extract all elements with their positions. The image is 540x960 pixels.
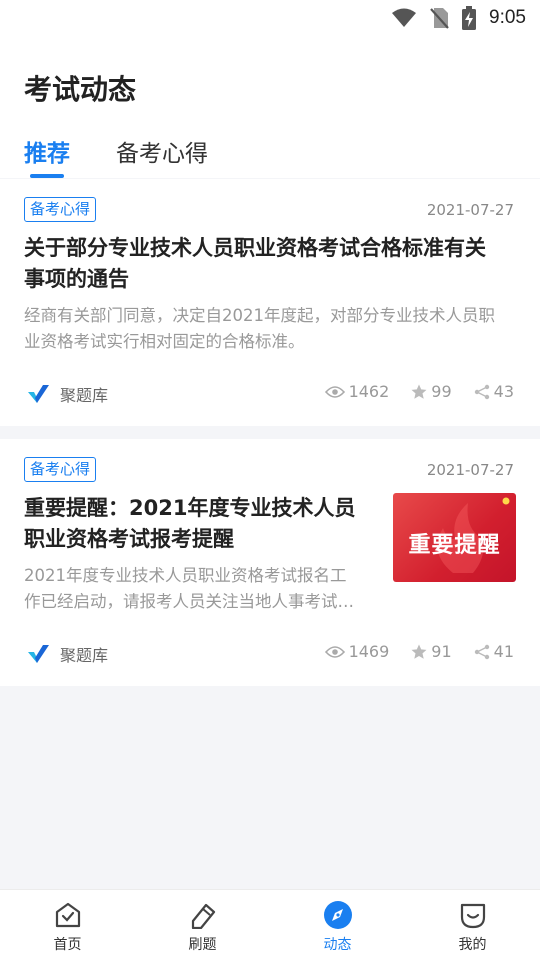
- article-title-line: 重要提醒：2021年度专业技术人员: [24, 496, 356, 520]
- battery-charging-icon: [462, 6, 477, 30]
- tab-study-tips[interactable]: 备考心得: [116, 134, 208, 168]
- compass-icon: [323, 901, 352, 929]
- view-count: 1462: [324, 382, 390, 401]
- source-name: 聚题库: [60, 386, 109, 405]
- source-logo-icon: [28, 645, 49, 663]
- share-count-value: 43: [493, 382, 514, 401]
- category-tag: 备考心得: [24, 457, 97, 482]
- article-title-line: 职业资格考试报考提醒: [24, 527, 234, 551]
- pencil-icon: [191, 903, 215, 929]
- nav-practice[interactable]: 刷题: [135, 890, 270, 960]
- wifi-icon: [392, 8, 417, 27]
- home-check-icon: [55, 902, 80, 928]
- share-icon: [474, 644, 489, 659]
- star-count[interactable]: 99: [411, 382, 452, 401]
- profile-face-icon: [460, 903, 485, 929]
- header: 考试动态 推荐 备考心得: [0, 36, 540, 178]
- no-sim-icon: [430, 8, 449, 29]
- category-tag: 备考心得: [24, 197, 97, 222]
- article-thumbnail[interactable]: 重要提醒: [393, 493, 516, 582]
- source-logo-icon: [28, 385, 49, 403]
- article-card[interactable]: 备考心得 2021-07-27 重要提醒：2021年度专业技术人员 职业资格考试…: [0, 439, 540, 686]
- bottom-nav: 首页 刷题 动态 我的: [0, 889, 540, 960]
- active-tab-indicator: [30, 174, 64, 178]
- share-count[interactable]: 41: [474, 642, 514, 661]
- article-summary-line: 业资格考试实行相对固定的合格标准。: [24, 332, 305, 351]
- article-stats: 1469 91 41: [303, 642, 514, 661]
- star-count[interactable]: 91: [411, 642, 452, 661]
- view-count: 1469: [324, 642, 390, 661]
- article-summary-line: 2021年度专业技术人员职业资格考试报名工: [24, 566, 347, 585]
- eye-icon: [324, 385, 345, 398]
- star-icon: [411, 644, 427, 659]
- share-count[interactable]: 43: [474, 382, 514, 401]
- nav-home[interactable]: 首页: [0, 890, 135, 960]
- thumbnail-text: 重要提醒: [408, 533, 501, 558]
- article-summary-line: 经商有关部门同意，决定自2021年度起，对部分专业技术人员职: [24, 306, 495, 325]
- article-title[interactable]: 重要提醒：2021年度专业技术人员 职业资格考试报考提醒: [24, 493, 355, 555]
- eye-icon: [324, 645, 345, 658]
- nav-profile-label: 我的: [458, 937, 487, 953]
- nav-news[interactable]: 动态: [270, 890, 405, 960]
- article-source: 聚题库: [28, 642, 108, 666]
- star-icon: [411, 384, 427, 399]
- star-count-value: 99: [431, 382, 452, 401]
- view-count-value: 1469: [348, 642, 390, 661]
- article-summary: 经商有关部门同意，决定自2021年度起，对部分专业技术人员职 业资格考试实行相对…: [24, 303, 495, 355]
- status-time: 9:05: [489, 7, 526, 28]
- article-date: 2021-07-27: [426, 201, 514, 219]
- source-name: 聚题库: [60, 646, 109, 665]
- status-bar: 9:05: [0, 0, 540, 36]
- article-title[interactable]: 关于部分专业技术人员职业资格考试合格标准有关 事项的通告: [24, 233, 486, 295]
- article-title-line: 关于部分专业技术人员职业资格考试合格标准有关: [24, 236, 486, 260]
- article-summary-line: 作已经启动，请报考人员关注当地人事考试…: [24, 592, 354, 611]
- tab-recommend[interactable]: 推荐: [24, 134, 70, 168]
- page-title: 考试动态: [24, 73, 137, 106]
- nav-practice-label: 刷题: [188, 937, 217, 953]
- view-count-value: 1462: [348, 382, 390, 401]
- nav-home-label: 首页: [53, 937, 82, 953]
- article-summary: 2021年度专业技术人员职业资格考试报名工 作已经启动，请报考人员关注当地人事考…: [24, 563, 354, 615]
- article-date: 2021-07-27: [426, 461, 514, 479]
- nav-profile[interactable]: 我的: [405, 890, 540, 960]
- star-count-value: 91: [431, 642, 452, 661]
- article-card[interactable]: 备考心得 2021-07-27 关于部分专业技术人员职业资格考试合格标准有关 事…: [0, 179, 540, 426]
- article-source: 聚题库: [28, 382, 108, 406]
- share-count-value: 41: [493, 642, 514, 661]
- article-stats: 1462 99 43: [303, 382, 514, 401]
- nav-news-label: 动态: [323, 937, 352, 953]
- article-title-line: 事项的通告: [24, 267, 129, 291]
- share-icon: [474, 384, 489, 399]
